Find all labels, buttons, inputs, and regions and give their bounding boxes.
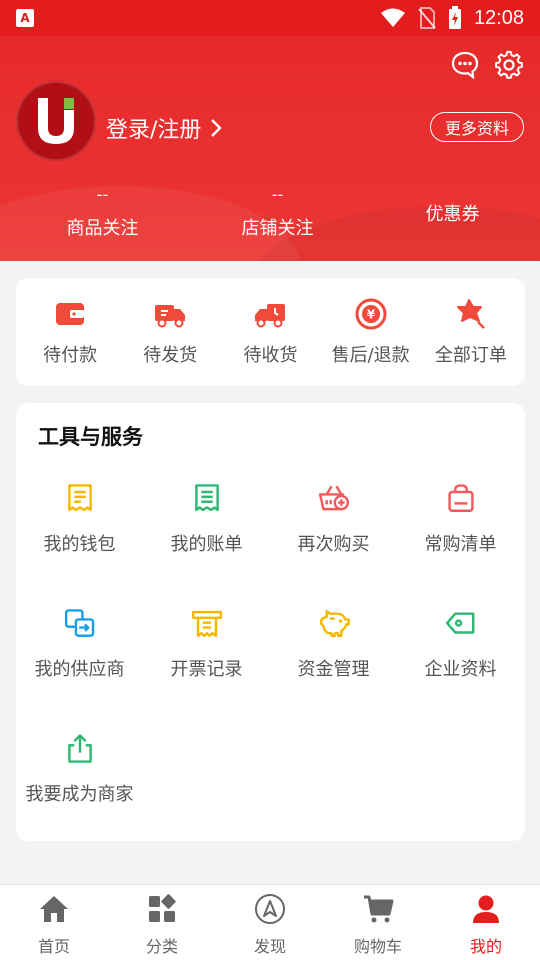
nav-category[interactable]: 分类 [108,885,216,960]
invoice-icon [191,610,222,637]
orders-card: 待付款 待发货 待收货 ¥ 售后/退款 全部订单 [16,278,525,386]
svg-text:¥: ¥ [366,308,375,322]
delivery-truck-icon [255,304,286,328]
tool-my-wallet[interactable]: 我的钱包 [16,483,143,556]
chevron-right-icon [211,119,223,137]
home-icon [40,896,68,922]
stat-label: 优惠券 [425,204,480,225]
cart-icon [364,895,394,923]
order-pending-receipt[interactable]: 待收货 [220,297,320,367]
wallet-receipt-icon [67,484,92,512]
all-orders-icon [456,299,485,329]
no-sim-icon [418,7,436,29]
refund-icon: ¥ [355,298,387,330]
stat-label: 店铺关注 [241,218,314,239]
status-time: 12:08 [473,6,524,29]
nav-label: 我的 [469,937,502,956]
tool-fund-management[interactable]: 资金管理 [270,608,397,681]
login-register-link[interactable]: 登录/注册 [106,112,223,144]
tool-label: 开票记录 [170,659,243,680]
message-icon[interactable] [450,50,480,80]
stats-row: -- 商品关注 -- 店铺关注 优惠券 [0,184,540,240]
tools-title: 工具与服务 [38,425,143,449]
tool-my-suppliers[interactable]: 我的供应商 [16,608,143,681]
tool-label: 常购清单 [424,534,497,555]
category-icon [149,894,176,922]
settings-gear-icon[interactable] [494,50,524,80]
order-pending-shipment[interactable]: 待发货 [120,297,220,367]
order-label: 待付款 [43,345,98,366]
brand-logo-icon [38,98,74,144]
tool-become-merchant[interactable]: 我要成为商家 [16,733,143,806]
stat-store-follows[interactable]: -- 店铺关注 [190,184,365,240]
shopping-bag-icon [447,484,474,512]
stat-count: -- [96,185,109,204]
tool-label: 企业资料 [424,659,497,680]
nav-discover[interactable]: 发现 [216,885,324,960]
tag-icon [445,612,474,634]
stat-product-follows[interactable]: -- 商品关注 [15,184,190,240]
supplier-icon [64,609,94,637]
order-pending-payment[interactable]: 待付款 [20,297,120,367]
nav-mine[interactable]: 我的 [432,885,540,960]
order-label: 售后/退款 [331,345,410,366]
battery-charging-icon [448,6,461,29]
nav-label: 首页 [37,937,70,956]
login-register-label: 登录/注册 [106,118,202,143]
tool-buy-again[interactable]: 再次购买 [270,483,397,556]
nav-label: 购物车 [353,937,402,956]
tool-label: 我的供应商 [34,659,125,680]
more-info-button[interactable]: 更多资料 [429,112,524,142]
tool-label: 资金管理 [297,659,370,680]
tool-my-bill[interactable]: 我的账单 [143,483,270,556]
bill-icon [194,484,219,512]
tools-card: 工具与服务 我的钱包 我的账单 再次购买 常购清单 我的供应商 开票记录 资金管… [16,403,525,841]
stat-label: 商品关注 [66,218,139,239]
nav-cart[interactable]: 购物车 [324,885,432,960]
tool-label: 我的账单 [170,534,243,555]
tool-company-info[interactable]: 企业资料 [397,608,524,681]
order-all[interactable]: 全部订单 [421,297,521,367]
tools-grid: 我的钱包 我的账单 再次购买 常购清单 我的供应商 开票记录 资金管理 企业资料… [16,483,525,806]
share-upload-icon [67,734,92,763]
order-label: 全部订单 [434,345,507,366]
tool-invoice-records[interactable]: 开票记录 [143,608,270,681]
wallet-icon [56,303,85,325]
truck-icon [155,305,186,328]
stat-count: -- [271,185,284,204]
profile-header: 登录/注册 更多资料 -- 商品关注 -- 店铺关注 优惠券 [0,36,540,261]
tool-label: 再次购买 [297,534,370,555]
nav-label: 分类 [145,937,178,956]
order-label: 待发货 [143,345,198,366]
order-after-sales[interactable]: ¥ 售后/退款 [321,297,421,367]
piggy-bank-icon [319,610,350,637]
avatar[interactable] [16,81,96,161]
wifi-icon [380,8,405,27]
app-notification-icon: A [16,9,34,27]
status-bar: A 12:08 [0,0,540,36]
discover-icon [255,894,285,924]
nav-label: 发现 [253,937,286,956]
bottom-nav: 首页 分类 发现 购物车 我的 [0,884,540,960]
order-label: 待收货 [243,345,298,366]
tool-label: 我的钱包 [43,534,116,555]
tool-label: 我要成为商家 [25,784,134,805]
nav-home[interactable]: 首页 [0,885,108,960]
tool-frequent-list[interactable]: 常购清单 [397,483,524,556]
basket-plus-icon [318,485,349,511]
user-icon [473,895,499,923]
stat-coupons[interactable]: 优惠券 [365,184,540,240]
